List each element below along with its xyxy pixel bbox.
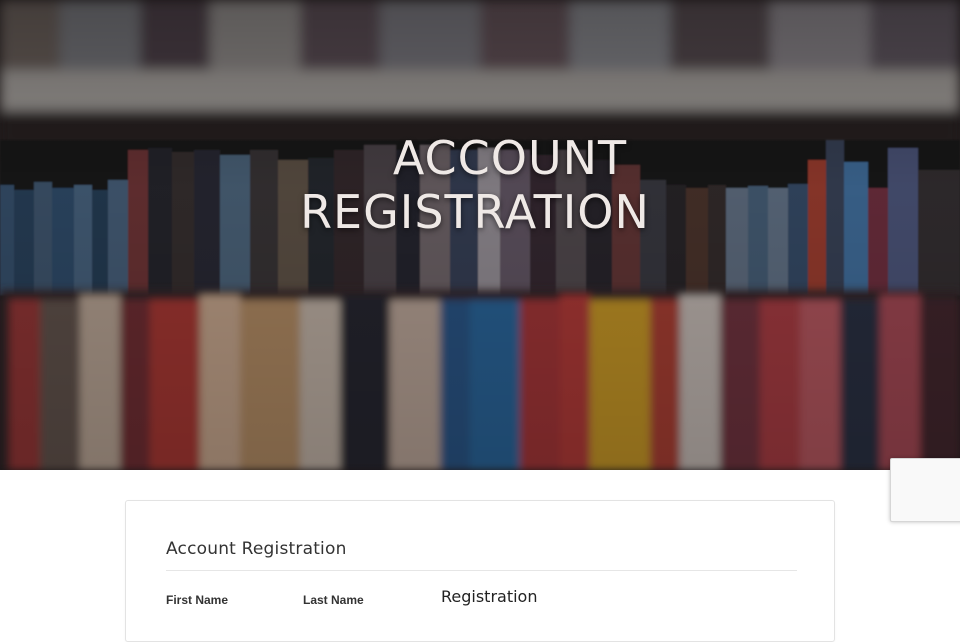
- hero-title-line-2: REGISTRATION: [300, 184, 650, 239]
- form-divider: [166, 570, 797, 571]
- recaptcha-badge[interactable]: [890, 458, 960, 522]
- form-title: Account Registration: [166, 539, 347, 559]
- registration-section-heading: Registration: [441, 587, 538, 606]
- first-name-label: First Name: [166, 593, 229, 607]
- hero-banner: ACCOUNT REGISTRATION: [0, 0, 960, 470]
- hero-title: ACCOUNT REGISTRATION: [0, 131, 960, 239]
- hero-title-line-1: ACCOUNT: [392, 130, 628, 185]
- registration-form-card: Account Registration First Name Last Nam…: [125, 500, 835, 642]
- last-name-label: Last Name: [303, 593, 364, 607]
